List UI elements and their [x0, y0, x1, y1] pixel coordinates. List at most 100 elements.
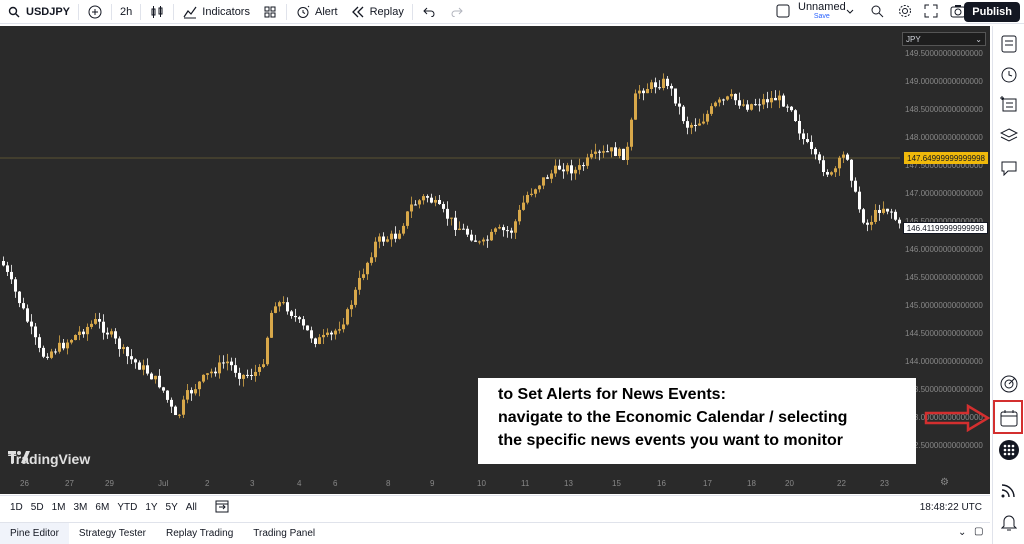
candle-body	[22, 303, 25, 309]
settings-gear-icon[interactable]	[898, 4, 912, 21]
candle-body	[718, 99, 721, 103]
candle-body	[846, 154, 849, 160]
chart-type-button[interactable]	[143, 0, 171, 24]
candle-body	[86, 326, 89, 335]
watchlist-icon[interactable]	[999, 34, 1019, 54]
candle-body	[610, 147, 613, 152]
candle-body	[2, 261, 5, 266]
symbol-search[interactable]: USDJPY	[0, 0, 76, 24]
range-button[interactable]: All	[182, 502, 201, 513]
candle-body	[10, 271, 13, 280]
candle-body	[502, 227, 505, 231]
candle-body	[762, 99, 765, 105]
candle-body	[250, 375, 253, 377]
candle-body	[106, 332, 109, 335]
target-icon[interactable]	[999, 374, 1019, 394]
tab-strategy-tester[interactable]: Strategy Tester	[69, 523, 156, 544]
candle-body	[630, 119, 633, 147]
candle-body	[822, 160, 825, 173]
layers-icon[interactable]	[999, 126, 1019, 146]
range-button[interactable]: 6M	[91, 502, 113, 513]
range-button[interactable]: 5Y	[162, 502, 182, 513]
replay-label: Replay	[369, 5, 404, 18]
tab-trading-panel[interactable]: Trading Panel	[243, 523, 325, 544]
last-price-badge: 146.41199999999998	[902, 222, 988, 234]
candle-body	[334, 330, 337, 335]
indicators-button[interactable]: Indicators	[176, 0, 256, 24]
currency-selector[interactable]: JPY ⌄	[902, 32, 986, 46]
layout-save[interactable]: Unnamed Save	[798, 2, 846, 21]
candle-body	[210, 371, 213, 374]
candle-body	[462, 228, 465, 230]
candle-body	[694, 124, 697, 126]
candle-body	[322, 334, 325, 338]
candle-body	[638, 90, 641, 94]
date-tick-label: 4	[297, 479, 302, 488]
range-button[interactable]: 1M	[48, 502, 70, 513]
interval-button[interactable]: 2h	[114, 0, 138, 24]
quick-search-icon[interactable]	[870, 4, 884, 21]
range-button[interactable]: YTD	[113, 502, 141, 513]
date-tick-label: 22	[837, 479, 846, 488]
candle-body	[766, 99, 769, 103]
candle-body	[262, 364, 265, 368]
candle-body	[54, 351, 57, 353]
fullscreen-icon[interactable]	[924, 4, 938, 21]
range-button[interactable]: 3M	[70, 502, 92, 513]
go-to-date-icon[interactable]	[215, 499, 229, 516]
chat-icon[interactable]	[999, 158, 1019, 178]
candle-body	[582, 165, 585, 167]
maximize-panel-icon[interactable]: ▢	[974, 526, 983, 537]
range-button[interactable]: 1D	[6, 502, 27, 513]
date-tick-label: 16	[657, 479, 666, 488]
compare-button[interactable]	[81, 0, 109, 24]
candle-body	[78, 331, 81, 336]
candle-body	[550, 173, 553, 179]
previous-close-badge: 147.64999999999998	[904, 152, 988, 164]
candle-body	[874, 209, 877, 222]
range-button[interactable]: 5D	[27, 502, 48, 513]
redo-button[interactable]	[443, 0, 471, 24]
tab-pine-editor[interactable]: Pine Editor	[0, 522, 69, 544]
replay-button[interactable]: Replay	[344, 0, 410, 24]
candle-body	[826, 172, 829, 175]
chevron-down-icon[interactable]	[846, 6, 854, 18]
apps-grid-icon[interactable]	[999, 440, 1019, 460]
tab-replay-trading[interactable]: Replay Trading	[156, 523, 243, 544]
range-button[interactable]: 1Y	[141, 502, 161, 513]
candle-body	[726, 96, 729, 100]
layout-checkbox[interactable]	[776, 4, 790, 21]
candle-body	[246, 374, 249, 376]
candle-body	[634, 93, 637, 120]
candle-body	[646, 88, 649, 94]
date-tick-label: 27	[65, 479, 74, 488]
tradingview-logo: TradingView	[8, 451, 90, 467]
candle-body	[454, 217, 457, 230]
candle-body	[414, 204, 417, 206]
broadcast-icon[interactable]	[999, 480, 1019, 500]
candle-body	[294, 315, 297, 318]
candle-body	[98, 319, 101, 322]
utc-clock[interactable]: 18:48:22 UTC	[920, 502, 982, 513]
layouts-button[interactable]	[256, 0, 284, 24]
date-tick-label: Jul	[158, 479, 169, 488]
collapse-chevron-icon[interactable]: ⌄	[958, 527, 966, 538]
candle-body	[426, 196, 429, 198]
candle-body	[658, 87, 661, 89]
divider	[173, 3, 175, 20]
candle-body	[562, 169, 565, 172]
price-tick-label: 146.00000000000000	[905, 245, 983, 254]
candle-body	[878, 209, 881, 213]
object-tree-icon[interactable]	[999, 94, 1019, 114]
candle-body	[130, 356, 133, 360]
notifications-bell-icon[interactable]	[999, 512, 1019, 532]
candle-body	[738, 100, 741, 106]
tutorial-annotation: to Set Alerts for News Events: navigate …	[478, 378, 916, 464]
alert-button[interactable]: Alert	[289, 0, 344, 24]
chart-settings-icon[interactable]: ⚙	[940, 477, 949, 488]
candle-body	[338, 329, 341, 331]
undo-button[interactable]	[415, 0, 443, 24]
candle-body	[494, 228, 497, 232]
alerts-clock-icon[interactable]	[999, 64, 1019, 84]
publish-button[interactable]: Publish	[964, 2, 1020, 22]
